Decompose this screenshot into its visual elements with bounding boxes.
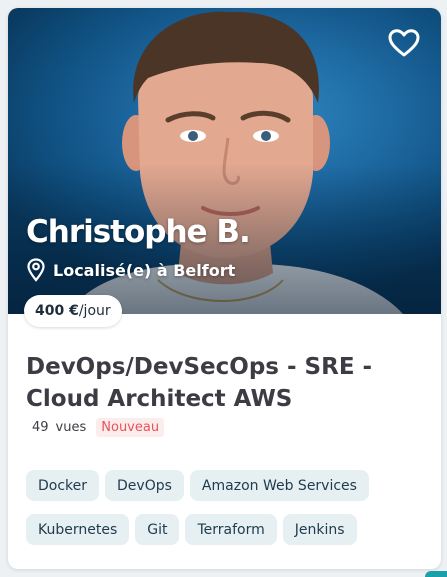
stats-line: 49 vues Nouveau <box>32 418 165 437</box>
skills-row: Docker DevOps Amazon Web Services <box>26 470 426 501</box>
skill-tag-devops[interactable]: DevOps <box>105 470 184 501</box>
views-label: vues <box>55 420 87 435</box>
location-text: Localisé(e) à Belfort <box>53 260 236 280</box>
daily-rate-badge: 400 € /jour <box>24 295 122 327</box>
views-count: 49 <box>32 420 49 435</box>
skill-tag-aws[interactable]: Amazon Web Services <box>189 470 369 501</box>
new-badge: Nouveau <box>96 418 165 437</box>
skill-tag-docker[interactable]: Docker <box>26 470 100 501</box>
skill-tag-jenkins[interactable]: Jenkins <box>282 514 357 545</box>
corner-accent <box>425 571 447 577</box>
freelancer-name: Christophe B. <box>26 214 251 250</box>
map-pin-icon <box>27 258 45 282</box>
mission-title[interactable]: DevOps/DevSecOps - SRE - Cloud Architect… <box>26 351 426 415</box>
skill-tag-terraform[interactable]: Terraform <box>185 514 277 545</box>
skill-tag-git[interactable]: Git <box>135 514 180 545</box>
skill-tag-kubernetes[interactable]: Kubernetes <box>26 514 130 545</box>
daily-rate-amount: 400 € <box>35 303 79 319</box>
skills-list: Docker DevOps Amazon Web Services Kubern… <box>26 470 426 558</box>
skills-row: Kubernetes Git Terraform Jenkins <box>26 514 426 545</box>
heart-outline-icon[interactable] <box>387 28 421 58</box>
freelancer-card[interactable]: Christophe B. Localisé(e) à Belfort 400 … <box>8 8 441 569</box>
daily-rate-unit: /jour <box>78 303 111 319</box>
location-line: Localisé(e) à Belfort <box>26 258 235 282</box>
